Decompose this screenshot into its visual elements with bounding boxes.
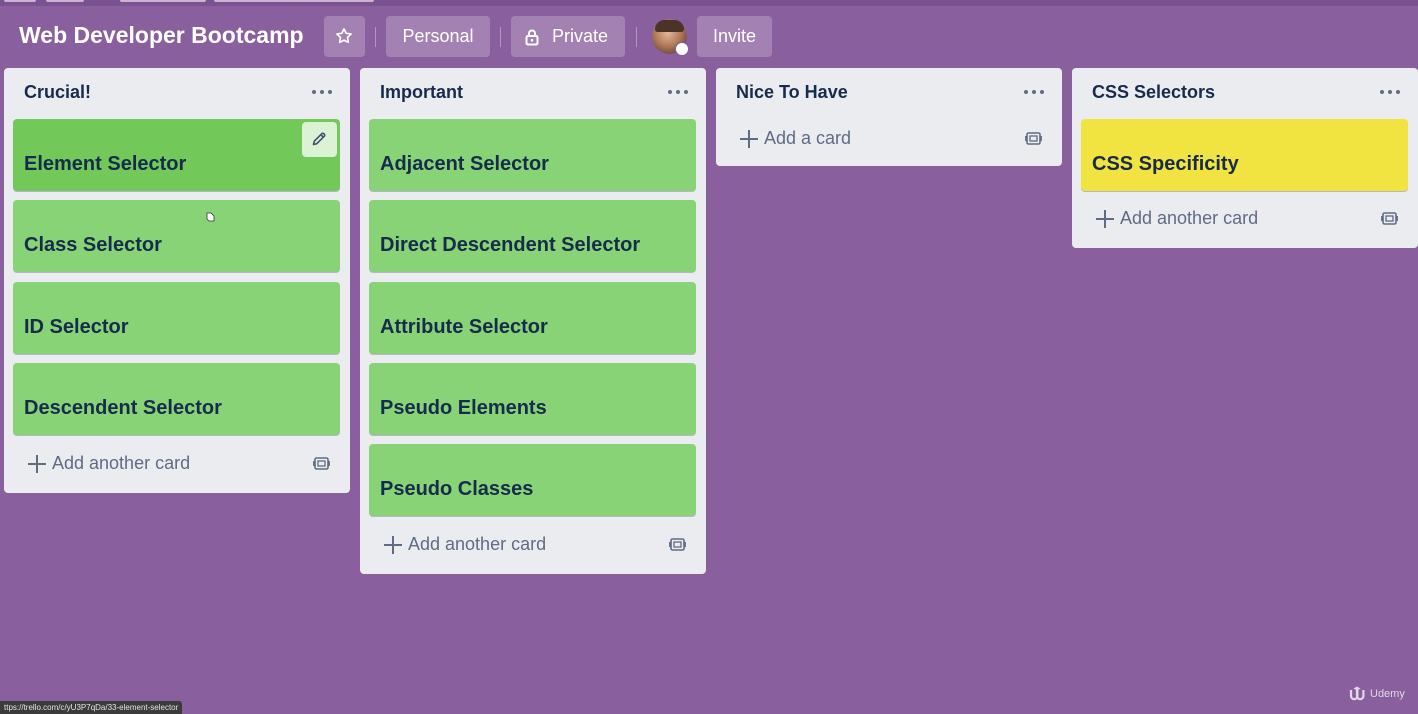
card[interactable]: CSS Specificity <box>1081 119 1408 191</box>
add-card-label: Add another card <box>408 534 547 554</box>
list-important: Important Adjacent Selector Direct Desce… <box>360 68 706 574</box>
list-menu-icon[interactable] <box>1380 80 1402 102</box>
add-card-button[interactable]: Add another card <box>360 528 706 562</box>
header-divider <box>500 27 501 47</box>
list-title[interactable]: Nice To Have <box>736 82 848 103</box>
admin-badge-icon <box>675 42 689 56</box>
list-menu-icon[interactable] <box>312 80 334 102</box>
card[interactable]: Direct Descendent Selector <box>369 200 696 272</box>
card[interactable]: Element Selector <box>13 119 340 191</box>
card-template-icon[interactable] <box>669 536 686 553</box>
udemy-watermark: Udemy <box>1348 686 1410 704</box>
list-title[interactable]: CSS Selectors <box>1092 82 1215 103</box>
lock-icon <box>525 29 539 46</box>
plus-icon <box>1096 210 1114 228</box>
card-template-icon[interactable] <box>313 455 330 472</box>
header-divider <box>375 27 376 47</box>
member-avatar[interactable] <box>652 19 689 56</box>
card-title: Pseudo Classes <box>380 478 534 500</box>
card-title: Pseudo Elements <box>380 397 547 419</box>
add-card-label: Add a card <box>764 128 852 148</box>
star-icon <box>336 28 352 44</box>
card[interactable]: Pseudo Classes <box>369 444 696 516</box>
watermark-text: Udemy <box>1370 688 1405 700</box>
list-title[interactable]: Crucial! <box>24 82 91 103</box>
edit-card-button[interactable] <box>302 122 337 157</box>
list-menu-icon[interactable] <box>1024 80 1046 102</box>
status-bar-url: ttps://trello.com/c/yU3P7qDa/33-element-… <box>0 701 183 714</box>
list-crucial: Crucial! Element Selector Class Selector… <box>4 68 350 493</box>
privacy-label: Private <box>552 26 609 46</box>
card-template-icon[interactable] <box>1381 210 1398 227</box>
invite-label: Invite <box>712 26 757 46</box>
plus-icon <box>384 536 402 554</box>
add-card-label: Add another card <box>52 453 191 473</box>
card-title: Class Selector <box>24 234 162 256</box>
card-title: CSS Specificity <box>1092 153 1239 175</box>
card-title: Adjacent Selector <box>380 153 549 175</box>
board-header: Web Developer Bootcamp Personal Private … <box>0 16 1418 58</box>
card[interactable]: Class Selector <box>13 200 340 272</box>
avatar-hair <box>655 20 684 32</box>
add-card-button[interactable]: Add another card <box>1072 202 1418 236</box>
card[interactable]: Attribute Selector <box>369 282 696 354</box>
card[interactable]: ID Selector <box>13 282 340 354</box>
star-button[interactable] <box>324 16 365 57</box>
list-menu-icon[interactable] <box>668 80 690 102</box>
browser-top-strip <box>0 0 1418 6</box>
team-visibility-button[interactable]: Personal <box>386 16 490 57</box>
list-nice-to-have: Nice To Have Add a card <box>716 68 1062 166</box>
team-visibility-label: Personal <box>402 26 474 46</box>
list-css-selectors: CSS Selectors CSS Specificity Add anothe… <box>1072 68 1418 248</box>
privacy-button[interactable]: Private <box>511 16 625 57</box>
card-title: Attribute Selector <box>380 316 548 338</box>
plus-icon <box>28 455 46 473</box>
card-title: Direct Descendent Selector <box>380 234 641 256</box>
card-template-icon[interactable] <box>1025 130 1042 147</box>
card[interactable]: Adjacent Selector <box>369 119 696 191</box>
card[interactable]: Descendent Selector <box>13 363 340 435</box>
add-card-label: Add another card <box>1120 208 1259 228</box>
card[interactable]: Pseudo Elements <box>369 363 696 435</box>
plus-icon <box>740 130 758 148</box>
header-divider <box>636 27 637 47</box>
card-title: Descendent Selector <box>24 397 222 419</box>
add-card-button[interactable]: Add another card <box>4 447 350 481</box>
udemy-logo-icon <box>1349 686 1365 701</box>
add-card-button[interactable]: Add a card <box>716 122 1062 156</box>
card-title: ID Selector <box>24 316 129 338</box>
mouse-cursor-icon <box>206 212 215 222</box>
board-title[interactable]: Web Developer Bootcamp <box>19 22 304 49</box>
card-title: Element Selector <box>24 153 187 175</box>
list-title[interactable]: Important <box>380 82 463 103</box>
pencil-icon <box>312 132 326 146</box>
invite-button[interactable]: Invite <box>697 16 772 57</box>
